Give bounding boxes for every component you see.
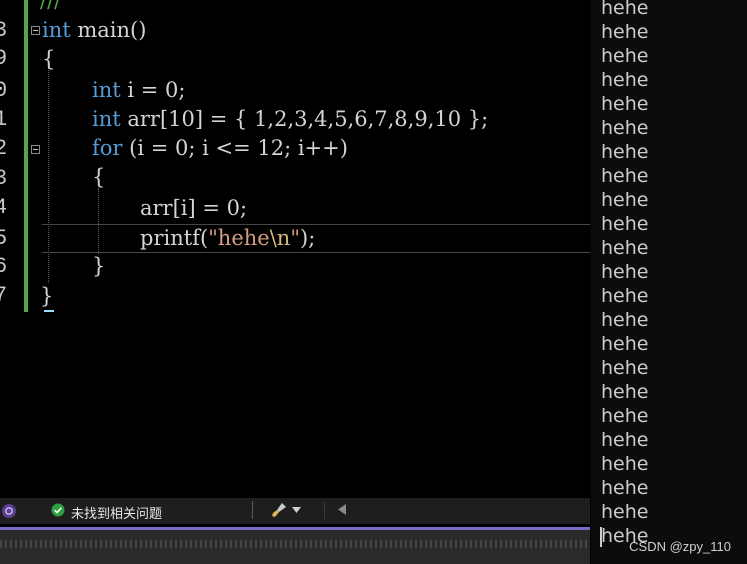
console-window[interactable]: hehe hehe hehe hehe hehe hehe hehe hehe hehe hehe… — [591, 0, 747, 564]
console-line: hehe — [601, 501, 649, 523]
console-line: hehe — [601, 213, 649, 235]
triangle-left-icon[interactable] — [338, 504, 346, 515]
code-string: "hehe — [208, 226, 270, 250]
console-line: hehe — [601, 0, 649, 19]
console-line: hehe — [601, 453, 649, 475]
code-line: } — [92, 254, 106, 278]
code-editor[interactable]: 3 9 0 1 2 3 4 5 6 7 /// int main() { int… — [0, 0, 590, 498]
code-line: { — [42, 47, 56, 71]
line-number: 2 — [0, 136, 8, 161]
line-number: 3 — [0, 166, 8, 191]
change-marker-bar — [24, 0, 28, 312]
console-line: hehe — [601, 333, 649, 355]
current-line-highlight — [42, 224, 590, 253]
code-line: for (i = 0; i <= 12; i++) — [92, 136, 348, 160]
status-bar: 未找到相关问题 — [0, 498, 590, 524]
line-number: 3 — [0, 18, 8, 43]
copilot-icon[interactable] — [0, 502, 18, 520]
code-line: int i = 0; — [92, 78, 185, 102]
console-line: hehe — [601, 141, 649, 163]
status-separator — [324, 501, 325, 519]
code-line: int main() — [42, 18, 146, 42]
scrollbar-strip[interactable] — [0, 530, 590, 564]
code-text: arr[10] = { 1,2,3,4,5,6,7,8,9,10 }; — [120, 107, 489, 131]
code-text: (i = 0; i <= 12; i++) — [122, 136, 348, 160]
chevron-down-icon[interactable] — [292, 507, 301, 513]
console-line: hehe — [601, 429, 649, 451]
code-text: ( — [199, 226, 209, 250]
watermark: CSDN @zpy_110 — [629, 539, 731, 554]
console-line: hehe — [601, 93, 649, 115]
console-output: hehe hehe hehe hehe hehe hehe hehe hehe hehe hehe… — [601, 0, 648, 548]
code-string: " — [290, 226, 300, 250]
code-escape: \n — [269, 226, 291, 250]
code-keyword: int — [42, 18, 71, 42]
console-line: hehe — [601, 165, 649, 187]
console-line: hehe — [601, 21, 649, 43]
code-line: int arr[10] = { 1,2,3,4,5,6,7,8,9,10 }; — [92, 107, 488, 131]
status-message[interactable]: 未找到相关问题 — [71, 503, 162, 522]
console-line: hehe — [601, 357, 649, 379]
code-keyword: for — [92, 136, 123, 160]
console-line: hehe — [601, 405, 649, 427]
line-number: 9 — [0, 46, 8, 71]
console-line: hehe — [601, 69, 649, 91]
code-text: main() — [70, 18, 147, 42]
console-line: hehe — [601, 237, 649, 259]
code-keyword: int — [92, 78, 121, 102]
code-line: arr[i] = 0; — [140, 196, 248, 220]
comment-line: /// — [40, 0, 62, 12]
code-line: printf("hehe\n"); — [140, 226, 315, 250]
console-line: hehe — [601, 381, 649, 403]
fold-toggle-icon[interactable] — [31, 26, 40, 35]
text-cursor — [44, 310, 54, 312]
status-separator — [252, 501, 253, 519]
fold-toggle-icon[interactable] — [31, 145, 40, 154]
code-function: printf — [140, 226, 200, 250]
console-cursor — [600, 527, 602, 547]
check-circle-icon — [51, 503, 65, 517]
console-line: hehe — [601, 285, 649, 307]
code-line: { — [92, 165, 106, 189]
code-text: ); — [300, 226, 316, 250]
console-line: hehe — [601, 309, 649, 331]
line-number: 0 — [0, 78, 8, 103]
console-line: hehe — [601, 189, 649, 211]
console-line: hehe — [601, 117, 649, 139]
brush-icon[interactable] — [270, 501, 288, 519]
line-number: 1 — [0, 107, 8, 132]
console-line: hehe — [601, 261, 649, 283]
code-keyword: int — [92, 107, 121, 131]
console-line: hehe — [601, 477, 649, 499]
line-number: 7 — [0, 283, 8, 308]
code-text: i = 0; — [120, 78, 186, 102]
line-number: 6 — [0, 254, 8, 279]
line-number: 4 — [0, 195, 8, 220]
line-number: 5 — [0, 226, 8, 251]
code-line: } — [40, 284, 54, 308]
scrollbar-track — [0, 540, 590, 548]
console-line: hehe — [601, 45, 649, 67]
